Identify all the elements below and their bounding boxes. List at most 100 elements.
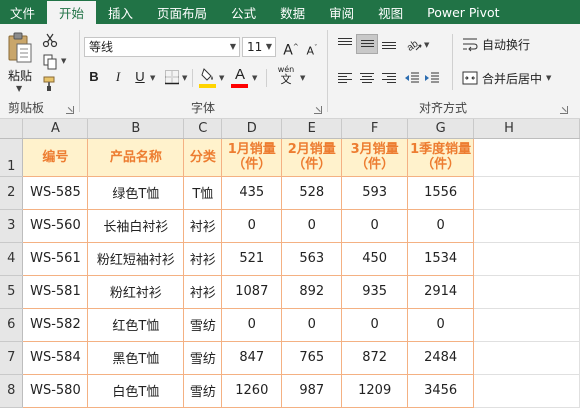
phonetic-dropdown-icon[interactable]: ▼ [300,74,305,82]
header-cell-feb[interactable]: 2月销量（件） [281,137,343,177]
font-color-button[interactable]: A [230,65,250,85]
cell-jan[interactable]: 1087 [221,274,283,309]
cell-q1[interactable]: 0 [407,208,475,243]
cell-id[interactable]: WS-561 [22,241,89,276]
column-header-e[interactable]: E [281,119,343,139]
bottom-align-button[interactable] [378,34,400,54]
column-header-c[interactable]: C [183,119,223,139]
font-name-select[interactable]: 等线 ▼ [84,37,240,57]
align-left-button[interactable] [334,68,356,88]
cell-id[interactable]: WS-585 [22,175,89,210]
copy-icon[interactable] [42,54,58,70]
tab-insert[interactable]: 插入 [96,0,145,24]
cell-category[interactable]: T恤 [183,175,223,210]
cell-jan[interactable]: 847 [221,340,283,375]
phonetic-guide-button[interactable]: wén 文 [274,65,298,87]
empty-cell[interactable] [473,341,580,375]
tab-file[interactable]: 文件 [0,0,47,24]
row-header-1[interactable]: 1 [0,138,24,177]
cell-product[interactable]: 粉红衬衫 [87,274,185,309]
cell-q1[interactable]: 2914 [407,274,475,309]
clipboard-launcher-icon[interactable] [66,106,74,114]
empty-cell[interactable] [473,275,580,309]
empty-cell[interactable] [473,242,580,276]
cell-feb[interactable]: 0 [281,307,343,342]
top-align-button[interactable] [334,34,356,54]
middle-align-button[interactable] [356,34,378,54]
orientation-dropdown-icon[interactable]: ▼ [424,41,429,49]
cell-mar[interactable]: 935 [341,274,409,309]
empty-cell[interactable] [473,138,580,177]
borders-dropdown-icon[interactable]: ▼ [182,74,187,82]
cell-id[interactable]: WS-580 [22,373,89,408]
fill-color-icon[interactable] [200,67,216,83]
cell-q1[interactable]: 1534 [407,241,475,276]
empty-cell[interactable] [473,209,580,243]
tab-formulas[interactable]: 公式 [219,0,268,24]
cell-category[interactable]: 衬衫 [183,274,223,309]
cell-product[interactable]: 红色T恤 [87,307,185,342]
cell-mar[interactable]: 1209 [341,373,409,408]
cell-mar[interactable]: 0 [341,307,409,342]
empty-cell[interactable] [473,308,580,342]
chevron-down-icon[interactable]: ▼ [16,84,22,93]
cell-jan[interactable]: 0 [221,307,283,342]
cell-q1[interactable]: 1556 [407,175,475,210]
cell-jan[interactable]: 1260 [221,373,283,408]
tab-home[interactable]: 开始 [47,1,97,24]
paste-button[interactable]: 粘贴 ▼ [4,30,36,93]
cell-category[interactable]: 衬衫 [183,241,223,276]
increase-indent-icon[interactable] [424,70,440,86]
tab-view[interactable]: 视图 [366,0,415,24]
cell-feb[interactable]: 0 [281,208,343,243]
cell-category[interactable]: 衬衫 [183,208,223,243]
cell-mar[interactable]: 872 [341,340,409,375]
row-header[interactable]: 4 [0,242,24,276]
cell-category[interactable]: 雪纺 [183,340,223,375]
header-cell-q1[interactable]: 1季度销量（件） [407,137,475,177]
decrease-font-size-button[interactable]: Aˇ [302,38,322,58]
bold-button[interactable]: B [84,67,104,87]
column-header-d[interactable]: D [221,119,283,139]
copy-dropdown-icon[interactable]: ▼ [61,57,66,65]
cell-mar[interactable]: 0 [341,208,409,243]
row-header[interactable]: 5 [0,275,24,309]
align-right-button[interactable] [378,68,400,88]
cell-q1[interactable]: 0 [407,307,475,342]
row-header[interactable]: 6 [0,308,24,342]
empty-cell[interactable] [473,374,580,408]
cell-mar[interactable]: 593 [341,175,409,210]
column-header-g[interactable]: G [407,119,475,139]
cell-product[interactable]: 长袖白衬衫 [87,208,185,243]
row-header[interactable]: 3 [0,209,24,243]
header-cell-category[interactable]: 分类 [183,137,223,177]
column-header-a[interactable]: A [22,119,89,139]
cell-product[interactable]: 白色T恤 [87,373,185,408]
tab-review[interactable]: 审阅 [317,0,366,24]
cell-product[interactable]: 绿色T恤 [87,175,185,210]
fill-color-dropdown-icon[interactable]: ▼ [219,74,224,82]
cell-product[interactable]: 粉红短袖衬衫 [87,241,185,276]
cell-jan[interactable]: 0 [221,208,283,243]
cell-jan[interactable]: 435 [221,175,283,210]
empty-cell[interactable] [473,176,580,210]
cell-jan[interactable]: 521 [221,241,283,276]
underline-button[interactable]: U [130,67,150,87]
header-cell-mar[interactable]: 3月销量（件） [341,137,409,177]
merge-dropdown-icon[interactable]: ▼ [546,74,551,82]
underline-dropdown-icon[interactable]: ▼ [150,74,155,82]
cell-mar[interactable]: 450 [341,241,409,276]
cell-id[interactable]: WS-581 [22,274,89,309]
alignment-launcher-icon[interactable] [560,106,568,114]
cell-id[interactable]: WS-584 [22,340,89,375]
column-header-h[interactable]: H [473,119,580,139]
header-cell-jan[interactable]: 1月销量（件） [221,137,283,177]
cell-q1[interactable]: 3456 [407,373,475,408]
select-all-corner[interactable] [0,119,24,139]
decrease-indent-icon[interactable] [404,70,420,86]
cell-q1[interactable]: 2484 [407,340,475,375]
align-center-button[interactable] [356,68,378,88]
wrap-text-button[interactable]: 自动换行 [462,34,530,54]
font-size-select[interactable]: 11 ▼ [242,37,276,57]
merge-center-button[interactable]: 合并后居中 ▼ [462,68,551,88]
